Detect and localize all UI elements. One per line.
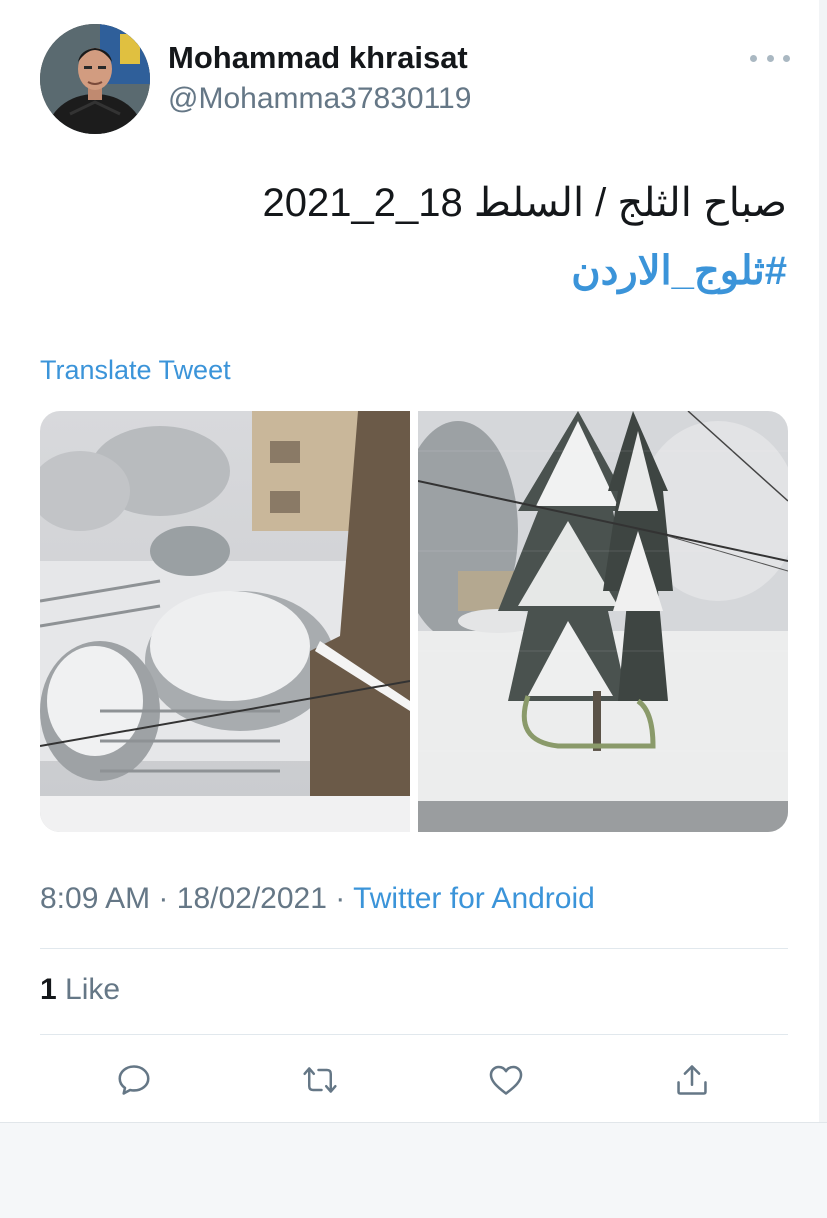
tweet-metadata: 8:09 AM · 18/02/2021 · Twitter for Andro… bbox=[40, 882, 595, 916]
tweet-time: 8:09 AM bbox=[40, 882, 151, 915]
meta-separator: · bbox=[158, 882, 169, 915]
avatar[interactable] bbox=[40, 24, 150, 134]
scroll-edge bbox=[819, 0, 827, 1122]
tweet-text: صباح الثلج / السلط 18_2_2021 bbox=[262, 181, 787, 225]
snowy-tree-photo[interactable] bbox=[418, 411, 788, 832]
more-dot bbox=[750, 54, 757, 62]
user-handle[interactable]: @Mohamma37830119 bbox=[168, 82, 471, 116]
likes-count[interactable]: 1 Like bbox=[40, 973, 120, 1007]
meta-separator: · bbox=[335, 882, 346, 915]
like-button[interactable] bbox=[486, 1060, 526, 1100]
share-icon bbox=[677, 1065, 707, 1095]
footer-area bbox=[0, 1122, 827, 1218]
like-count-number: 1 bbox=[40, 973, 57, 1006]
tweet-date: 18/02/2021 bbox=[176, 882, 327, 915]
divider bbox=[40, 1034, 788, 1035]
share-button[interactable] bbox=[672, 1060, 712, 1100]
divider bbox=[40, 948, 788, 949]
hashtag-link[interactable]: #ثلوج_الاردن bbox=[571, 248, 787, 294]
more-dot bbox=[766, 54, 774, 62]
like-count-label: Like bbox=[65, 973, 121, 1006]
translate-tweet-link[interactable]: Translate Tweet bbox=[40, 355, 231, 386]
reply-icon bbox=[118, 1065, 150, 1095]
tweet-card: Mohammad khraisat @Mohamma37830119 صباح … bbox=[0, 0, 827, 1122]
retweet-button[interactable] bbox=[300, 1060, 340, 1100]
avatar-image bbox=[40, 24, 150, 134]
reply-button[interactable] bbox=[114, 1060, 154, 1100]
snowy-courtyard-photo[interactable] bbox=[40, 411, 410, 832]
like-icon bbox=[489, 1065, 523, 1095]
more-dot bbox=[783, 54, 790, 62]
tweet-source-link[interactable]: Twitter for Android bbox=[353, 882, 595, 915]
retweet-icon bbox=[303, 1067, 337, 1093]
display-name[interactable]: Mohammad khraisat bbox=[168, 40, 468, 76]
more-options-icon[interactable] bbox=[750, 46, 790, 70]
